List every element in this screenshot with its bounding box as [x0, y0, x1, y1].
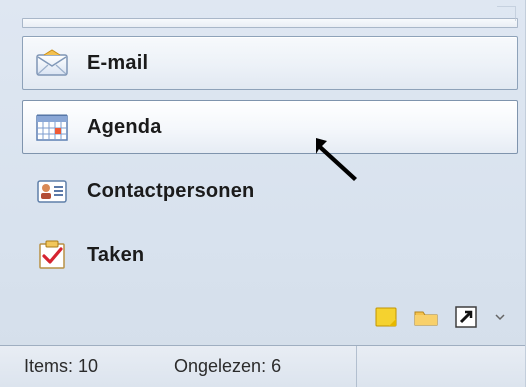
nav-item-email[interactable]: E-mail — [22, 36, 518, 90]
navigation-toolbar — [372, 302, 508, 332]
pane-corner-detail — [497, 6, 516, 21]
status-bar: Items: 10 Ongelezen: 6 — [0, 345, 526, 387]
calendar-icon — [35, 112, 69, 142]
nav-item-label: Contactpersonen — [87, 179, 255, 202]
nav-item-contactpersonen[interactable]: Contactpersonen — [22, 164, 518, 218]
tasks-checkbox-icon — [35, 240, 69, 270]
envelope-icon — [35, 48, 69, 78]
nav-item-agenda[interactable]: Agenda — [22, 100, 518, 154]
shortcut-icon[interactable] — [452, 303, 480, 331]
folder-icon[interactable] — [412, 303, 440, 331]
nav-item-taken[interactable]: Taken — [22, 228, 518, 282]
items-count: Items: 10 — [24, 356, 99, 376]
chevron-down-icon[interactable] — [492, 303, 508, 331]
nav-item-label: Agenda — [87, 115, 162, 138]
outlook-navigation-pane: E-mail Agenda Contactpersonen Taken Item… — [0, 0, 526, 387]
notes-icon[interactable] — [372, 303, 400, 331]
pane-splitter[interactable] — [22, 18, 518, 28]
nav-item-label: Taken — [87, 243, 145, 266]
navigation-list: E-mail Agenda Contactpersonen Taken — [22, 36, 518, 292]
status-divider — [356, 346, 357, 387]
unread-count: Ongelezen: 6 — [174, 356, 282, 376]
contact-card-icon — [35, 176, 69, 206]
nav-item-label: E-mail — [87, 51, 149, 74]
